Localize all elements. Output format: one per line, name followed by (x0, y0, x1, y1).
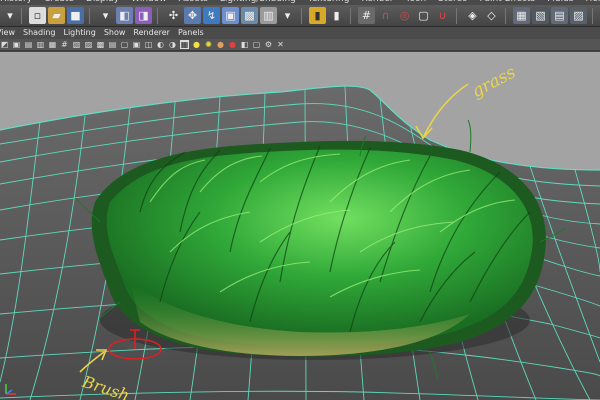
save-scene-icon[interactable]: ■ (67, 7, 84, 24)
select-joints-icon[interactable]: ✥ (184, 7, 201, 24)
wireframe-icon[interactable]: ◫ (144, 40, 153, 49)
smooth-shade-icon[interactable]: ◐ (156, 40, 165, 49)
select-surfaces-icon[interactable]: ▣ (222, 7, 239, 24)
separator (89, 7, 95, 24)
backface-culling-icon[interactable]: ✕ (276, 40, 285, 49)
grass-annotation-arrow (423, 83, 469, 137)
field-chart-icon[interactable]: ▤ (108, 40, 117, 49)
safe-title-icon[interactable]: ▣ (132, 40, 141, 49)
render-view-icon[interactable]: ▦ (513, 7, 530, 24)
separator (505, 7, 511, 24)
snap-to-grid-icon[interactable]: # (358, 7, 375, 24)
gate-mask-icon[interactable]: ▩ (96, 40, 105, 49)
render-settings-icon[interactable]: ▨ (570, 7, 587, 24)
separator (350, 7, 356, 24)
separator (456, 7, 462, 24)
two-d-pan-icon[interactable]: ▦ (48, 40, 57, 49)
new-scene-icon[interactable]: ▫ (29, 7, 46, 24)
viewport-toolbar: ◩ ▣ ▤ ▥ ▦ # ▧ ▨ ▩ ▤ ▢ ▣ ◫ ◐ ◑ ▦ ● ✺ ● ● … (0, 39, 600, 51)
highlight-selection-icon[interactable]: ▮ (328, 7, 345, 24)
make-live-icon[interactable]: ∪ (434, 7, 451, 24)
select-rendering-icon[interactable]: ▾ (279, 7, 296, 24)
wireframe-on-shaded-icon[interactable]: ◑ (168, 40, 177, 49)
open-scene-icon[interactable]: ▰ (48, 7, 65, 24)
panel-menu-lighting[interactable]: Lighting (63, 27, 95, 39)
panel-menu-shading[interactable]: Shading (23, 27, 56, 39)
film-gate-icon[interactable]: ▧ (72, 40, 81, 49)
select-dynamics-icon[interactable]: ▥ (260, 7, 277, 24)
panel-menu-view[interactable]: View (0, 27, 15, 39)
separator (157, 7, 163, 24)
select-curves-icon[interactable]: ↯ (203, 7, 220, 24)
history-icon[interactable]: ◈ (464, 7, 481, 24)
ipr-render-icon[interactable]: ▤ (551, 7, 568, 24)
snap-to-curve-icon[interactable]: ∩ (377, 7, 394, 24)
panel-menu-renderer[interactable]: Renderer (133, 27, 170, 39)
camera-attributes-icon[interactable]: ▣ (12, 40, 21, 49)
high-quality-icon[interactable]: ● (228, 40, 237, 49)
panel-menu-bar: View Shading Lighting Show Renderer Panels (0, 27, 600, 39)
all-lights-icon[interactable]: ✺ (204, 40, 213, 49)
perspective-viewport[interactable]: grass Brush (0, 52, 600, 400)
scene-canvas[interactable] (0, 52, 600, 400)
render-current-frame-icon[interactable]: ▧ (532, 7, 549, 24)
select-deformations-icon[interactable]: ▩ (241, 7, 258, 24)
separator (592, 7, 598, 24)
separator (301, 7, 307, 24)
image-plane-icon[interactable]: ▥ (36, 40, 45, 49)
separator (21, 7, 27, 24)
isolate-select-icon[interactable]: ◧ (240, 40, 249, 49)
view-axis-indicator (5, 384, 16, 395)
default-light-icon[interactable]: ● (192, 40, 201, 49)
select-by-object-icon[interactable]: ◧ (116, 7, 133, 24)
lock-selection-icon[interactable]: ▮ (309, 7, 326, 24)
select-hierarchy-icon[interactable]: ▾ (97, 7, 114, 24)
snap-to-point-icon[interactable]: ◎ (396, 7, 413, 24)
mode-dropdown-icon[interactable]: ▾ (4, 7, 16, 24)
select-handles-icon[interactable]: ✣ (165, 7, 182, 24)
snap-to-view-plane-icon[interactable]: ▢ (415, 7, 432, 24)
xray-joints-icon[interactable]: ⚙ (264, 40, 273, 49)
panel-menu-show[interactable]: Show (104, 27, 126, 39)
bookmarks-icon[interactable]: ▤ (24, 40, 33, 49)
xray-icon[interactable]: ▢ (252, 40, 261, 49)
panel-menu-panels[interactable]: Panels (178, 27, 204, 39)
select-camera-icon[interactable]: ◩ (0, 40, 9, 49)
textured-icon[interactable]: ▦ (180, 40, 189, 49)
grid-icon[interactable]: # (60, 40, 69, 49)
status-line: ▾ ▫ ▰ ■ ▾ ◧ ◨ ✣ ✥ ↯ ▣ ▩ ▥ ▾ ▮ ▮ # ∩ ◎ ▢ … (0, 5, 600, 27)
resolution-gate-icon[interactable]: ▨ (84, 40, 93, 49)
input-output-icon[interactable]: ◇ (483, 7, 500, 24)
safe-action-icon[interactable]: ▢ (120, 40, 129, 49)
select-by-component-icon[interactable]: ◨ (135, 7, 152, 24)
shadows-icon[interactable]: ● (216, 40, 225, 49)
